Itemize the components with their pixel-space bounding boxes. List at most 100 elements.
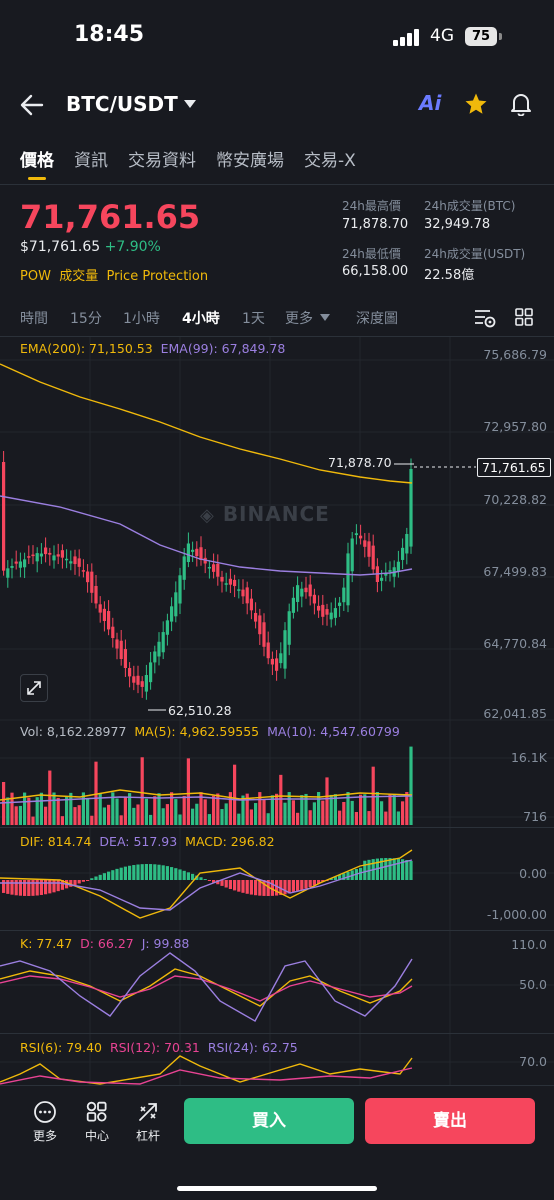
price-axis-tick: 70,228.82 (483, 492, 547, 507)
macd-histogram-bar (199, 877, 203, 880)
candle-body (23, 559, 27, 568)
volume-bar (283, 802, 287, 825)
macd-histogram-bar (237, 880, 241, 892)
rsi-legend: RSI(6): 79.40 RSI(12): 70.31 RSI(24): 62… (20, 1040, 298, 1055)
volume-bar (6, 797, 10, 825)
home-indicator (177, 1186, 377, 1191)
candle-body (115, 639, 119, 649)
macd-histogram-bar (262, 880, 266, 896)
volume-bar (174, 799, 178, 825)
candle-body (216, 563, 220, 577)
candle-body (81, 570, 85, 572)
volume-bar (119, 815, 123, 825)
volume-bar (367, 811, 371, 825)
macd-histogram-bar (48, 880, 52, 894)
buy-button[interactable]: 買入 (184, 1098, 354, 1144)
macd-histogram-bar (10, 880, 14, 895)
tag-pow[interactable]: POW (20, 269, 51, 284)
macd-histogram-bar (241, 880, 245, 893)
low-label: 24h最低價 (342, 247, 401, 261)
volume-bar (191, 808, 195, 825)
interval-depth[interactable]: 深度圖 (356, 308, 398, 328)
tab-trade-x[interactable]: 交易-X (304, 146, 356, 176)
pair-title[interactable]: BTC/USDT (66, 92, 178, 116)
indicator-settings-icon[interactable] (474, 308, 496, 328)
volume-bar (56, 797, 60, 825)
macd-histogram-bar (405, 860, 409, 880)
bottom-action-bar: 更多 中心 杠杆 買入 賣出 (0, 1085, 554, 1200)
candle-body (18, 561, 22, 568)
macd-histogram-bar (392, 858, 396, 880)
interval-1h[interactable]: 1小時 (123, 308, 160, 328)
candle-body (233, 579, 237, 587)
volume-bar (10, 792, 14, 825)
candle-body (199, 547, 203, 560)
candle-body (291, 597, 295, 613)
bell-icon[interactable] (510, 92, 532, 116)
candle-body (128, 668, 132, 677)
volume-bar (254, 803, 258, 825)
volume-bar (409, 746, 413, 825)
volume-bar (405, 792, 409, 825)
interval-4h[interactable]: 4小時 (182, 308, 220, 328)
center-grid-icon (86, 1101, 107, 1122)
leverage-button[interactable]: 杠杆 (128, 1100, 168, 1144)
macd-histogram-bar (140, 864, 144, 880)
interval-more[interactable]: 更多 (285, 308, 313, 328)
macd-histogram-bar (161, 865, 165, 880)
price-change: +7.90% (104, 239, 161, 255)
more-button[interactable]: 更多 (25, 1100, 65, 1144)
volume-bar (224, 803, 228, 825)
volume-axis-tick: 716 (523, 809, 547, 824)
volume-bar (186, 758, 190, 825)
candle-body (396, 561, 400, 572)
candle-body (212, 564, 216, 572)
macd-histogram-bar (81, 880, 85, 882)
tag-volume[interactable]: 成交量 (59, 269, 98, 284)
interval-1d[interactable]: 1天 (242, 308, 265, 328)
macd-histogram-bar (98, 874, 102, 880)
tag-price-protection[interactable]: Price Protection (106, 269, 208, 284)
interval-time[interactable]: 時間 (20, 308, 48, 328)
last-price-tag: 71,761.65 (477, 458, 551, 477)
volume-bar (296, 812, 300, 825)
vol-label: Vol: 8,162.28977 (20, 724, 127, 739)
volume-bar (140, 757, 144, 825)
candle-body (304, 587, 308, 593)
layout-grid-icon[interactable] (515, 308, 533, 326)
volume-bar (165, 804, 169, 825)
vol-ma5-line (0, 789, 413, 801)
candle-body (371, 545, 375, 570)
candle-body (98, 604, 102, 613)
volume-legend: Vol: 8,162.28977 MA(5): 4,962.59555 MA(1… (20, 724, 400, 739)
macd-histogram-bar (14, 880, 18, 896)
dropdown-caret-icon[interactable] (184, 100, 196, 108)
macd-histogram-bar (203, 879, 207, 881)
volume-bar (342, 802, 346, 825)
tab-price[interactable]: 價格 (20, 146, 54, 176)
candle-body (380, 577, 384, 581)
ai-icon[interactable]: Ai (419, 91, 441, 115)
candle-body (132, 676, 136, 683)
tab-square[interactable]: 幣安廣場 (216, 146, 284, 176)
macd-histogram-bar (119, 867, 123, 880)
back-arrow-icon[interactable] (20, 94, 44, 116)
macd-histogram-bar (304, 880, 308, 889)
star-icon[interactable] (464, 92, 488, 116)
leverage-icon (139, 1103, 157, 1121)
kdj-axis-tick: 110.0 (511, 937, 547, 952)
tab-trading-data[interactable]: 交易資料 (128, 146, 196, 176)
candlestick-chart[interactable] (0, 337, 554, 725)
macd-histogram-bar (136, 864, 140, 880)
volume-bar (31, 816, 35, 825)
kdj-legend: K: 77.47 D: 66.27 J: 99.88 (20, 936, 189, 951)
sell-button[interactable]: 賣出 (365, 1098, 535, 1144)
center-button[interactable]: 中心 (77, 1100, 117, 1144)
interval-15m[interactable]: 15分 (70, 308, 102, 328)
expand-chart-button[interactable] (20, 674, 48, 702)
macd-histogram-bar (275, 880, 279, 896)
macd-histogram-bar (291, 880, 295, 893)
tab-info[interactable]: 資訊 (74, 146, 108, 176)
macd-axis-tick: -1,000.00 (486, 907, 547, 922)
macd-histogram-bar (245, 880, 249, 894)
